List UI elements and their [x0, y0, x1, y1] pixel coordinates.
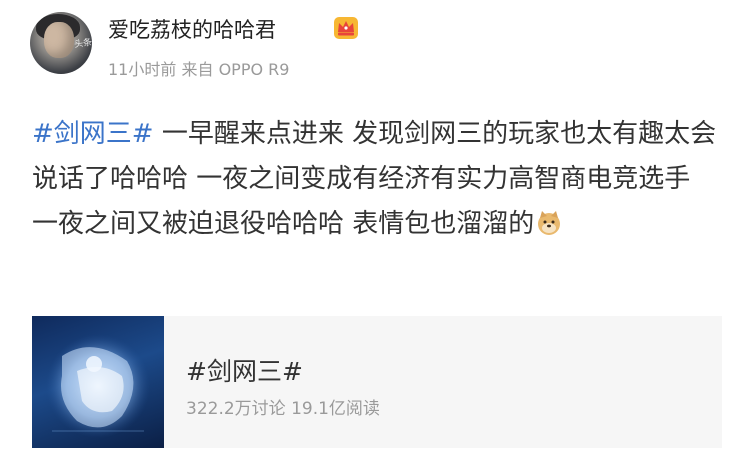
avatar-face: [44, 22, 74, 58]
post-meta: 11小时前 来自 OPPO R9: [108, 56, 289, 80]
topic-thumbnail-art: [46, 334, 150, 438]
hashtag-link[interactable]: #剑网三#: [32, 119, 154, 149]
topic-card-title[interactable]: #剑网三#: [186, 352, 303, 388]
topic-card-stats: 322.2万讨论 19.1亿阅读: [186, 394, 380, 419]
avatar[interactable]: 头条: [30, 12, 92, 74]
post-time: 11小时前: [108, 60, 177, 79]
doge-emoji-icon: [538, 211, 561, 235]
username[interactable]: 爱吃荔枝的哈哈君: [108, 14, 276, 44]
post-source-prefix: 来自: [181, 60, 214, 79]
topic-reads: 19.1亿阅读: [291, 399, 380, 419]
avatar-watermark: 头条: [73, 37, 92, 51]
post-content: #剑网三# 一早醒来点进来 发现剑网三的玩家也太有趣太会说话了哈哈哈 一夜之间变…: [32, 112, 722, 247]
crown-badge-icon[interactable]: [333, 16, 359, 40]
topic-card[interactable]: #剑网三# 322.2万讨论 19.1亿阅读: [32, 316, 722, 448]
topic-discussions: 322.2万讨论: [186, 399, 286, 419]
post-source[interactable]: OPPO R9: [219, 60, 290, 79]
topic-thumbnail: [32, 316, 164, 448]
